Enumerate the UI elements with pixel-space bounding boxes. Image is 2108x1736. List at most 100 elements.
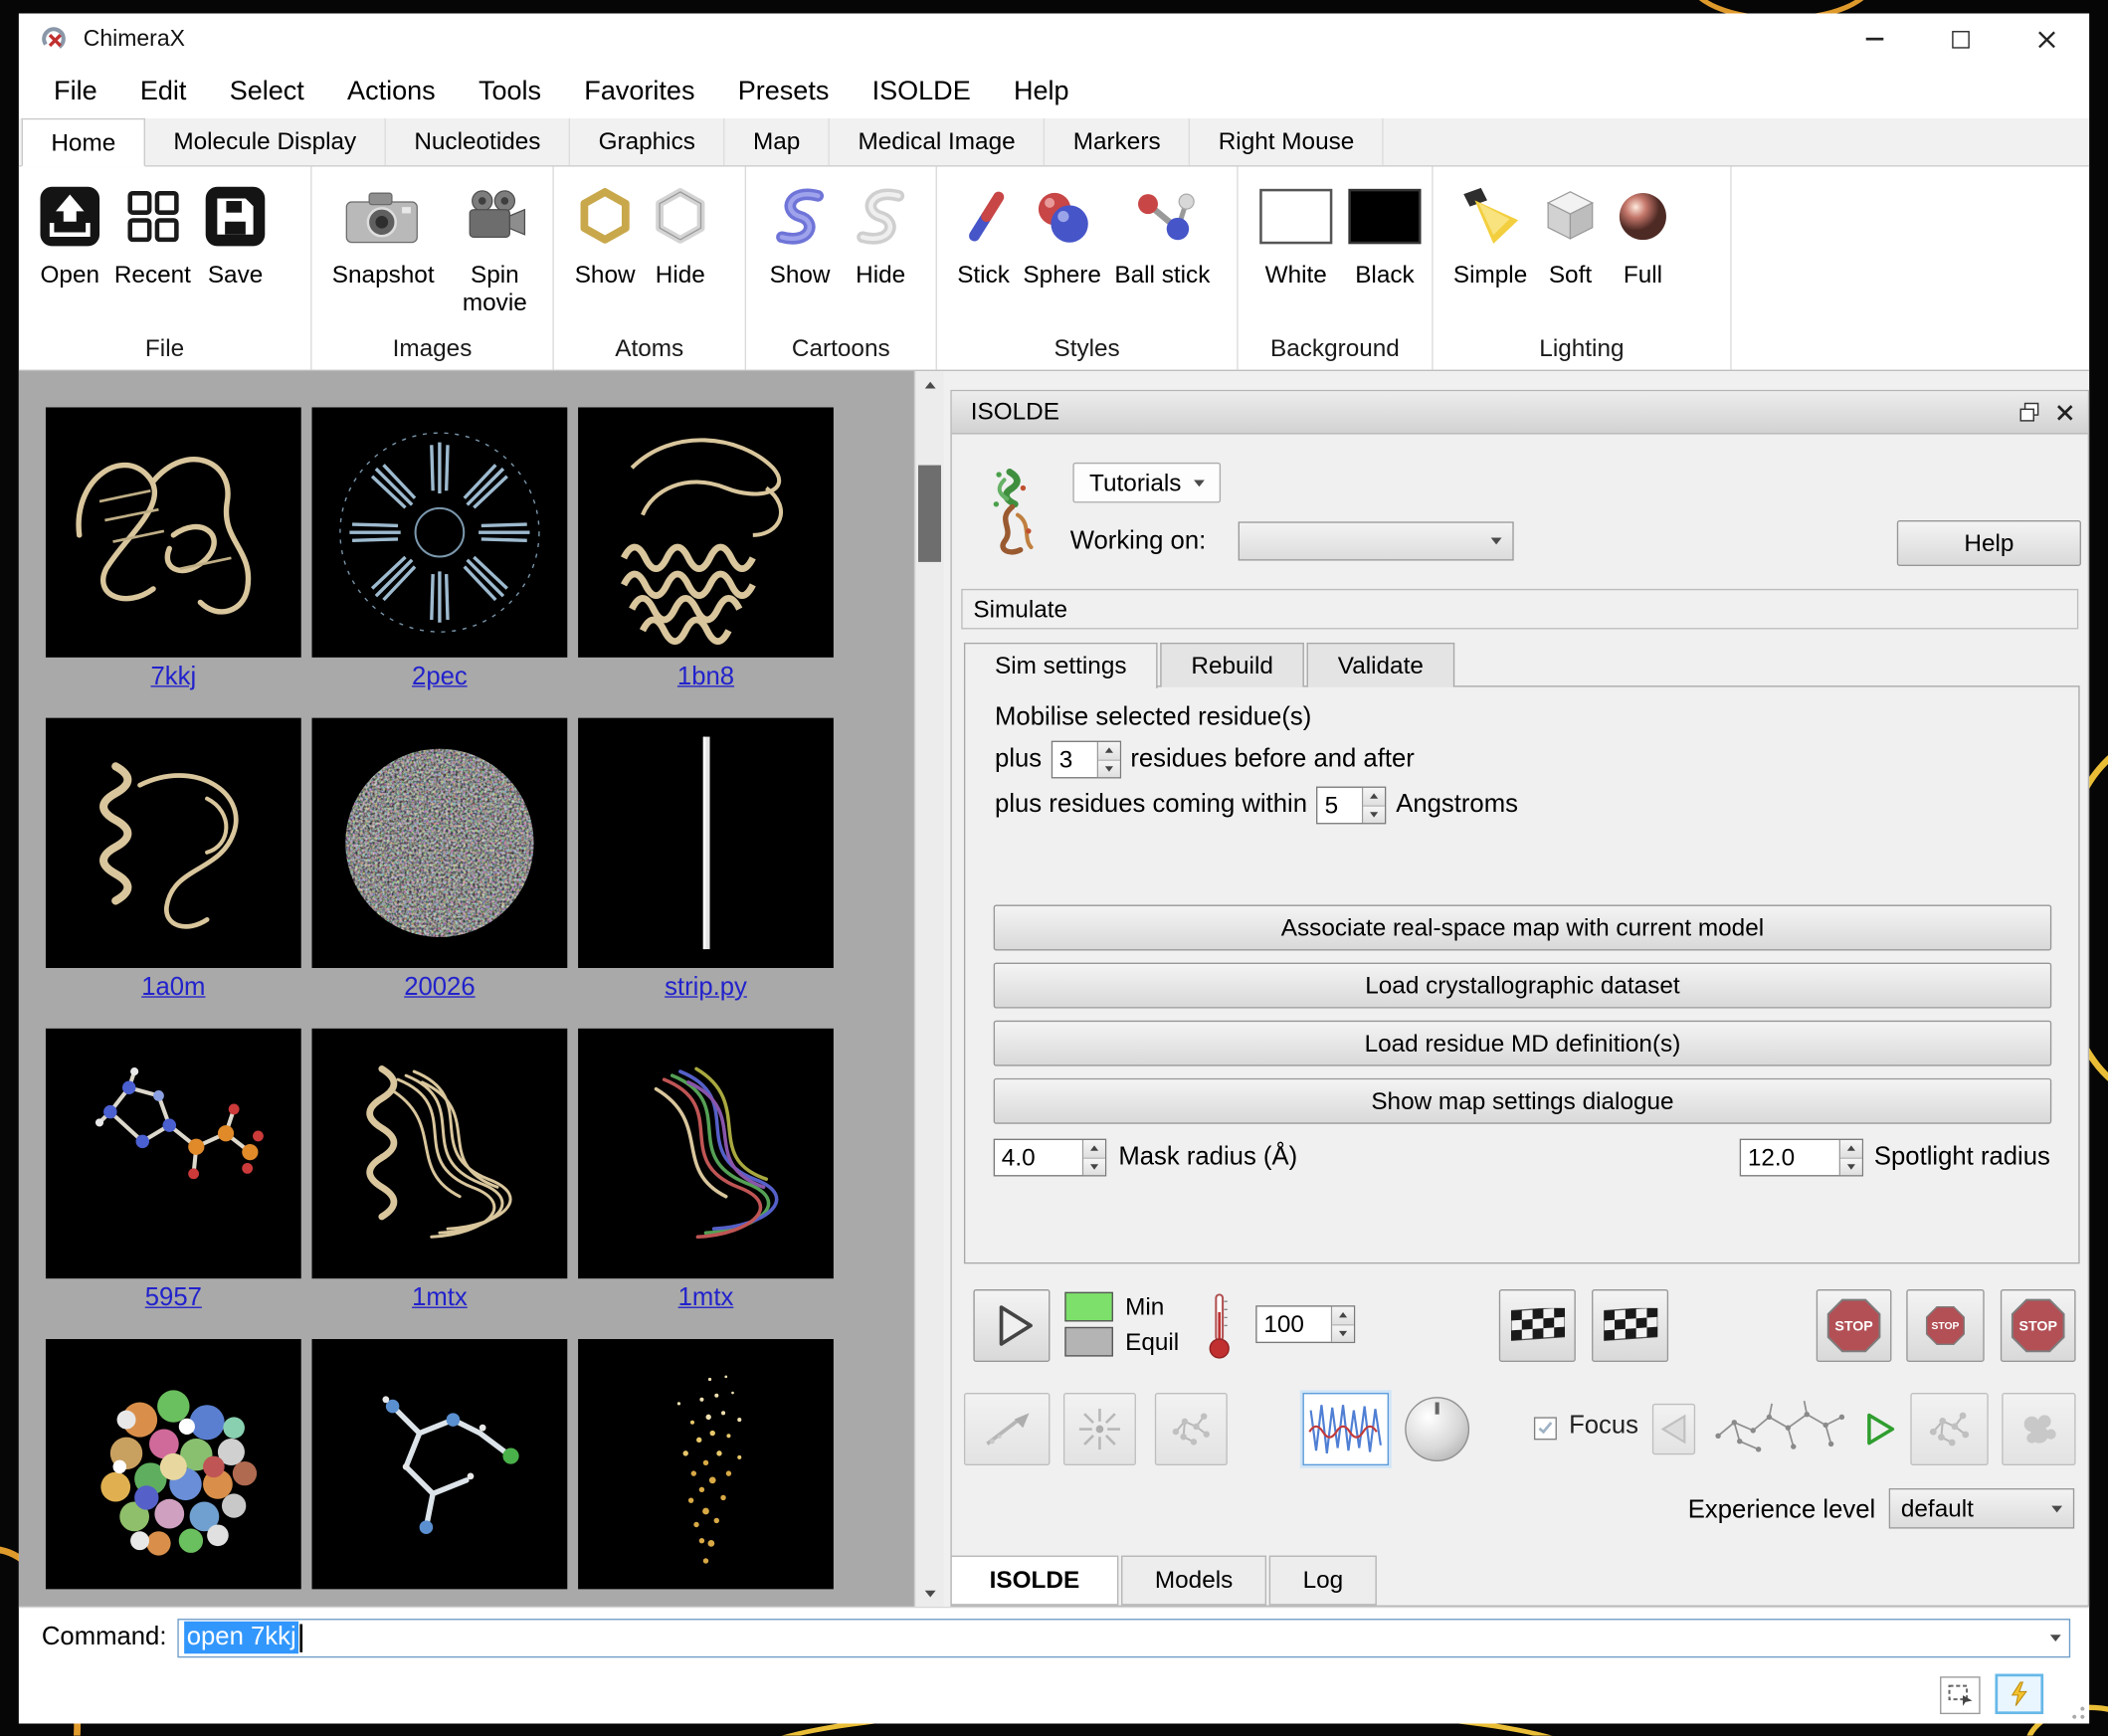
atoms-show-button[interactable]: Show (574, 184, 636, 289)
stop-checkpoint-button[interactable]: STOP (1906, 1289, 1984, 1362)
gallery-link[interactable]: 1bn8 (677, 663, 734, 692)
close-button[interactable] (2004, 14, 2089, 65)
tutorials-dropdown[interactable]: Tutorials (1072, 463, 1221, 503)
tab-validate[interactable]: Validate (1307, 643, 1454, 687)
scrollbar-thumb[interactable] (918, 466, 941, 562)
tab-molecule-display[interactable]: Molecule Display (145, 118, 386, 165)
help-button[interactable]: Help (1897, 520, 2081, 566)
menu-edit[interactable]: Edit (118, 76, 208, 106)
mask-to-selection-button[interactable] (1910, 1393, 1988, 1465)
thumbnail-1bn8[interactable] (578, 407, 834, 657)
gallery-link[interactable]: 1a0m (141, 973, 205, 1003)
float-panel-button[interactable] (2019, 402, 2039, 422)
menu-help[interactable]: Help (992, 76, 1090, 106)
thumbnail-1a0m[interactable] (46, 718, 301, 968)
spin-movie-button[interactable]: Spin movie (445, 184, 544, 317)
menu-presets[interactable]: Presets (716, 76, 851, 106)
isolde-panel-header[interactable]: ISOLDE (952, 391, 2088, 434)
menu-favorites[interactable]: Favorites (563, 76, 716, 106)
menu-isolde[interactable]: ISOLDE (851, 76, 992, 106)
tab-medical-image[interactable]: Medical Image (830, 118, 1045, 165)
previous-residue-button[interactable] (1652, 1404, 1695, 1454)
show-plots-button[interactable] (1303, 1393, 1389, 1465)
menu-tools[interactable]: Tools (457, 76, 562, 106)
ball-stick-style-button[interactable]: Ball stick (1114, 184, 1210, 289)
menu-actions[interactable]: Actions (325, 76, 457, 106)
spin-up-button[interactable] (1332, 1307, 1354, 1325)
dock-tab-log[interactable]: Log (1269, 1556, 1377, 1606)
tug-residue-button[interactable] (1155, 1393, 1228, 1465)
spin-down-button[interactable] (1364, 806, 1386, 823)
fast-mode-button[interactable] (1995, 1673, 2043, 1714)
dock-tab-isolde[interactable]: ISOLDE (950, 1556, 1118, 1606)
tab-graphics[interactable]: Graphics (570, 118, 724, 165)
thumbnail-1mtx-tan[interactable] (312, 1029, 568, 1278)
spotlight-mode-button[interactable] (2002, 1393, 2075, 1465)
close-panel-button[interactable] (2055, 403, 2074, 422)
thumbnail-20026[interactable] (312, 718, 568, 968)
start-sim-button[interactable] (973, 1289, 1050, 1362)
spin-up-button[interactable] (1364, 788, 1386, 806)
release-atom-button[interactable] (1063, 1393, 1136, 1465)
associate-map-button[interactable]: Associate real-space map with current mo… (994, 904, 2052, 950)
residues-spinner[interactable]: 3 (1052, 741, 1121, 779)
simple-lighting-button[interactable]: Simple (1453, 184, 1527, 289)
mask-radius-spinner[interactable]: 4.0 (994, 1139, 1107, 1177)
gallery-link[interactable]: strip.py (665, 973, 747, 1003)
smoothing-knob[interactable] (1405, 1397, 1469, 1461)
scroll-down-button[interactable] (915, 1580, 943, 1607)
stick-style-button[interactable]: Stick (957, 184, 1010, 289)
spin-down-button[interactable] (1840, 1158, 1862, 1175)
tab-nucleotides[interactable]: Nucleotides (386, 118, 570, 165)
spin-up-button[interactable] (1083, 1140, 1105, 1158)
thumbnail-2pec[interactable] (312, 407, 568, 657)
white-background-button[interactable]: White (1258, 184, 1334, 289)
scroll-up-button[interactable] (915, 371, 943, 398)
spin-down-button[interactable] (1098, 760, 1120, 777)
spin-up-button[interactable] (1098, 742, 1120, 760)
cartoons-hide-button[interactable]: Hide (847, 184, 914, 289)
cartoons-show-button[interactable]: Show (766, 184, 834, 289)
minimize-button[interactable] (1831, 14, 1917, 65)
thumbnail-5957[interactable] (46, 1029, 301, 1278)
map-settings-button[interactable]: Show map settings dialogue (994, 1078, 2052, 1124)
thumbnail-ribosome[interactable] (46, 1339, 301, 1589)
resize-grip[interactable] (2072, 1706, 2086, 1720)
load-residue-md-button[interactable]: Load residue MD definition(s) (994, 1021, 2052, 1066)
tab-map[interactable]: Map (725, 118, 830, 165)
maximize-button[interactable] (1917, 14, 2003, 65)
experience-level-select[interactable]: default (1889, 1488, 2074, 1529)
tab-sim-settings[interactable]: Sim settings (964, 643, 1158, 688)
next-residue-button[interactable] (1860, 1404, 1901, 1454)
within-spinner[interactable]: 5 (1316, 787, 1386, 825)
sphere-style-button[interactable]: Sphere (1023, 184, 1100, 289)
tab-markers[interactable]: Markers (1045, 118, 1190, 165)
focus-checkbox[interactable] (1534, 1417, 1557, 1440)
gallery-scrollbar[interactable] (914, 371, 944, 1607)
soft-lighting-button[interactable]: Soft (1541, 184, 1600, 289)
spin-up-button[interactable] (1840, 1140, 1862, 1158)
black-background-button[interactable]: Black (1347, 184, 1423, 289)
thumbnail-7kkj[interactable] (46, 407, 301, 657)
working-on-select[interactable] (1239, 521, 1514, 560)
full-lighting-button[interactable]: Full (1614, 184, 1672, 289)
dock-tab-models[interactable]: Models (1121, 1556, 1266, 1606)
gallery-link[interactable]: 1mtx (412, 1284, 468, 1314)
snapshot-button[interactable]: Snapshot (332, 184, 432, 289)
gallery-link[interactable]: 20026 (404, 973, 475, 1003)
recent-button[interactable]: Recent (114, 184, 191, 289)
stop-discard-button[interactable]: STOP (2001, 1289, 2076, 1362)
open-button[interactable]: Open (39, 184, 100, 289)
gallery-link[interactable]: 7kkj (150, 663, 196, 692)
atoms-hide-button[interactable]: Hide (650, 184, 711, 289)
tab-rebuild[interactable]: Rebuild (1160, 643, 1304, 687)
load-crystallographic-button[interactable]: Load crystallographic dataset (994, 963, 2052, 1009)
menu-file[interactable]: File (32, 76, 118, 106)
save-button[interactable]: Save (204, 184, 266, 289)
spin-down-button[interactable] (1083, 1158, 1105, 1175)
thumbnail-gold-dust[interactable] (578, 1339, 834, 1589)
spotlight-radius-spinner[interactable]: 12.0 (1740, 1139, 1863, 1177)
tug-atom-button[interactable] (964, 1393, 1050, 1465)
tab-home[interactable]: Home (22, 118, 145, 167)
checkpoint-revert-button[interactable] (1592, 1289, 1668, 1362)
